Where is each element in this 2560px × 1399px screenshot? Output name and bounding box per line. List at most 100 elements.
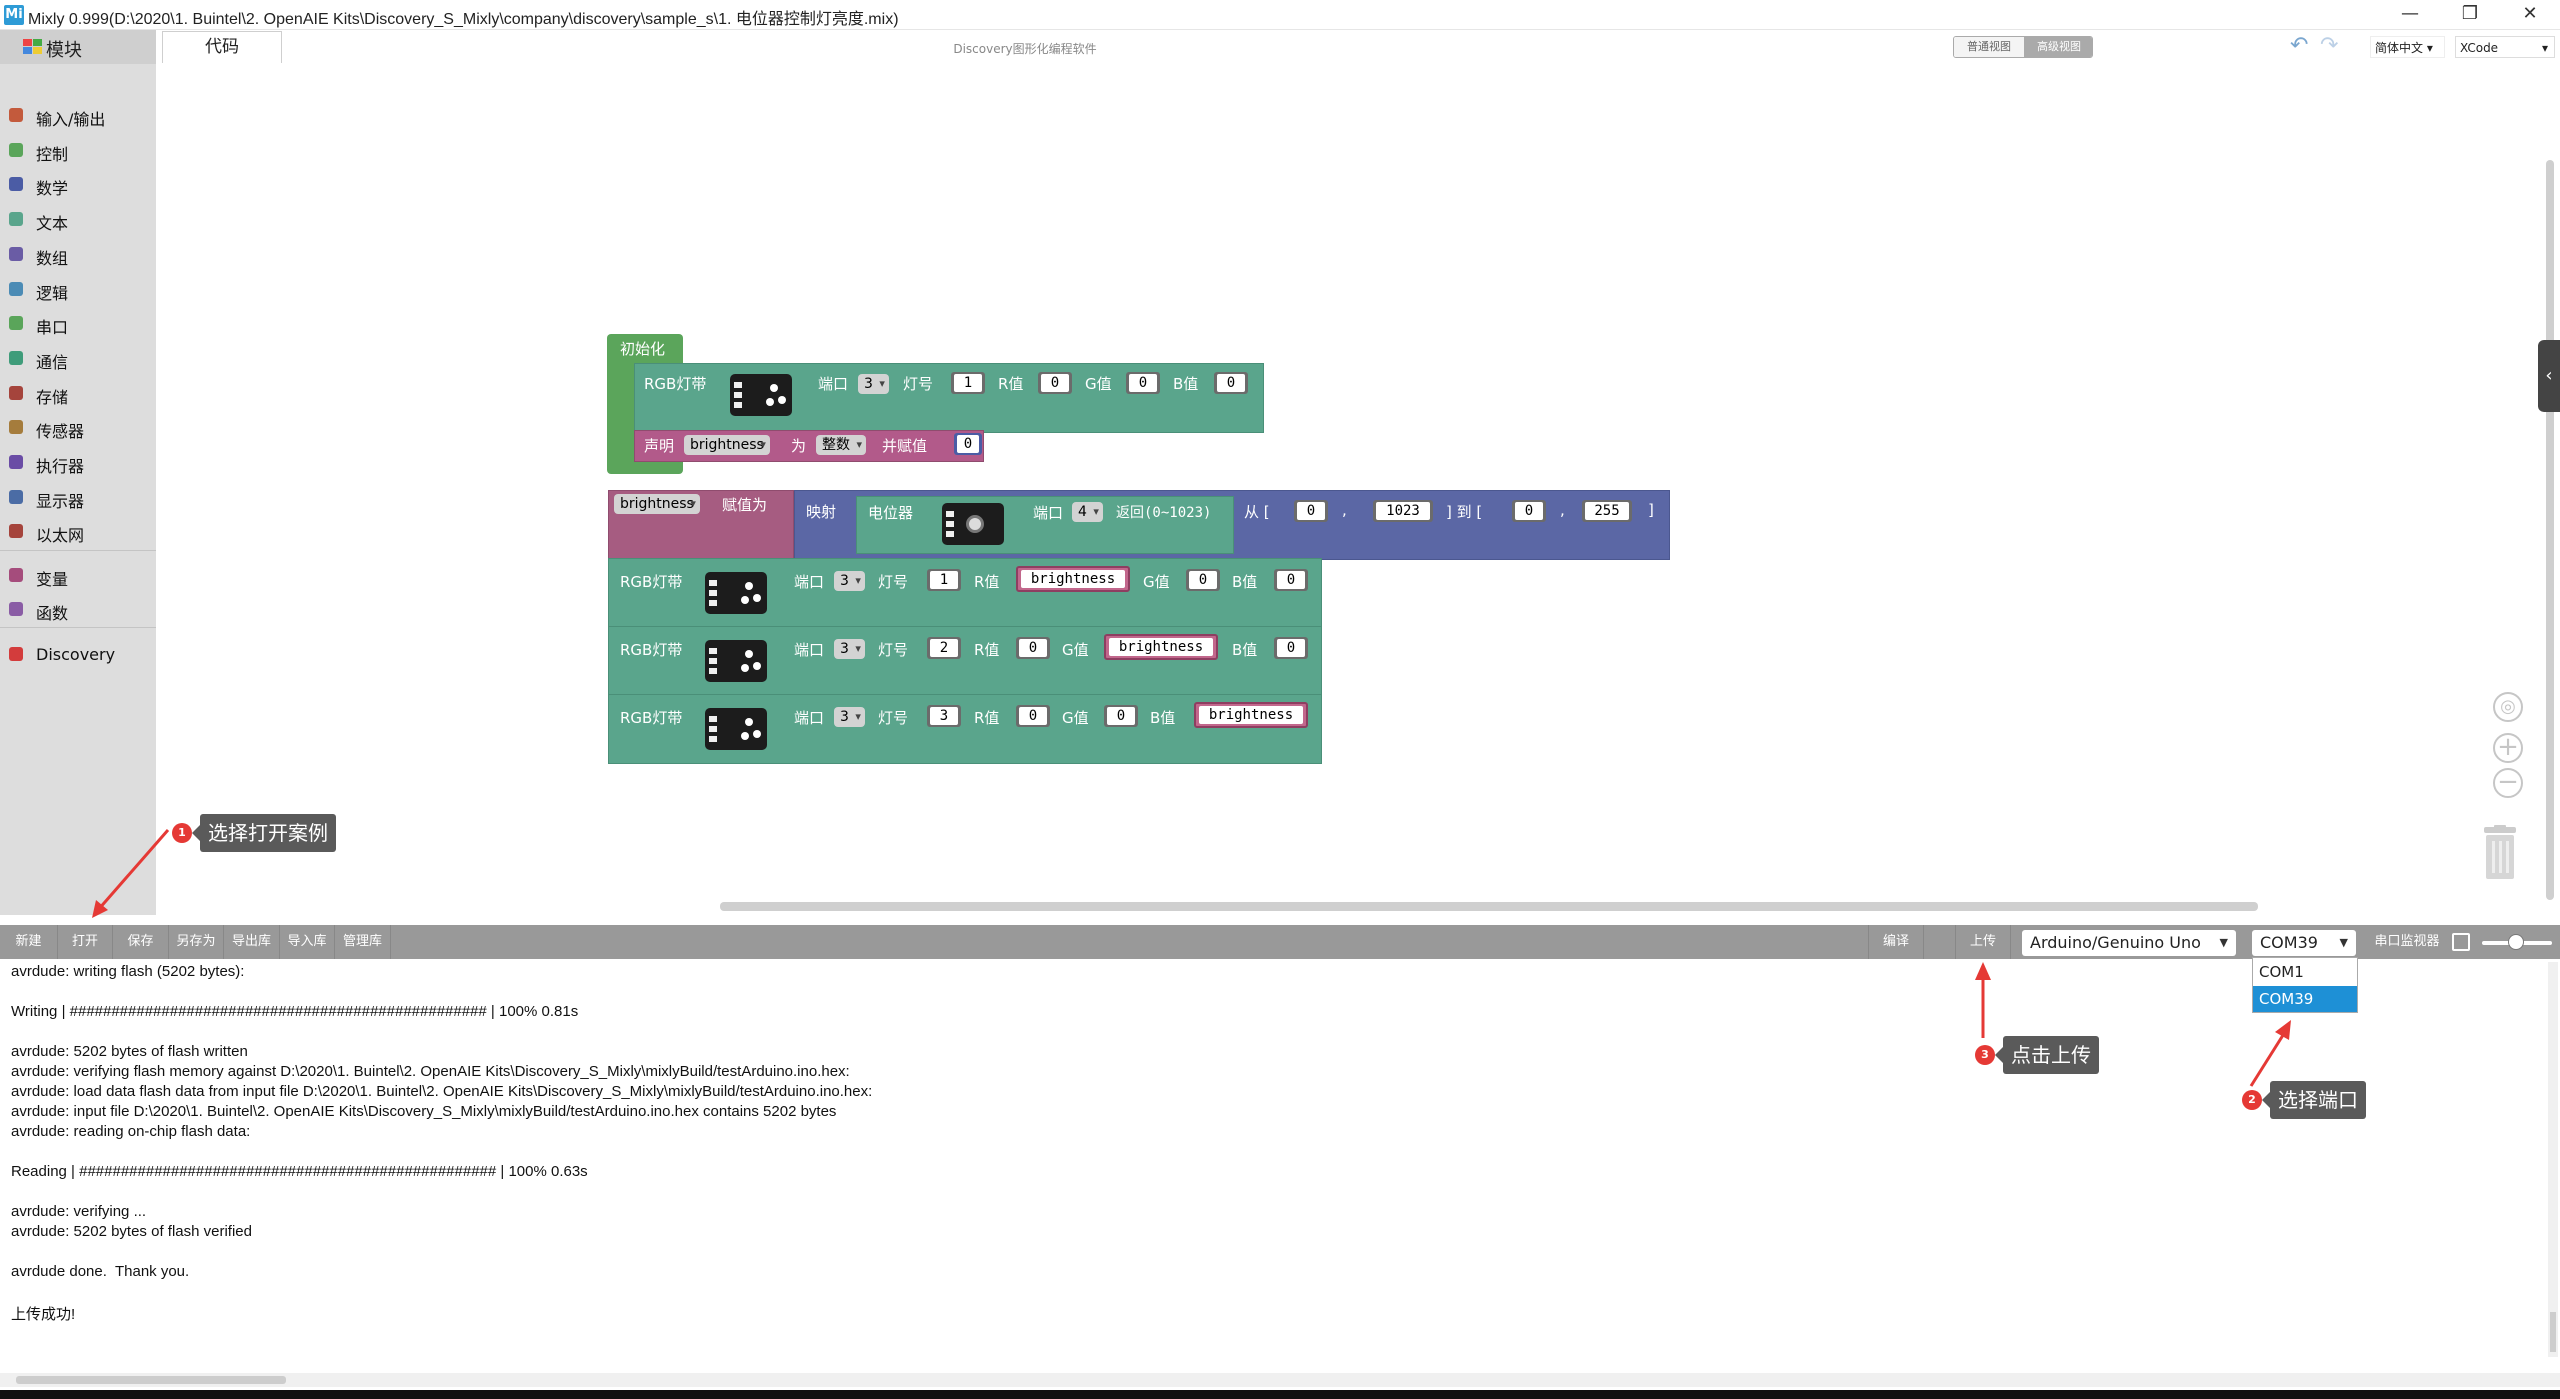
sidebar-item-display[interactable]: 显示器 <box>0 480 156 514</box>
flyout-toggle-button[interactable]: ‹ <box>2538 340 2560 412</box>
type-dropdown[interactable]: 整数 <box>816 435 866 455</box>
lamp-no-input[interactable]: 2 <box>927 637 961 659</box>
rgb-strip-label: RGB灯带 <box>644 375 707 393</box>
normal-view-button[interactable]: 普通视图 <box>1954 37 2024 57</box>
sidebar-item-sensor[interactable]: 传感器 <box>0 410 156 444</box>
port-dropdown[interactable]: 3 <box>834 639 865 659</box>
sensor-icon <box>7 418 25 436</box>
from-min-input[interactable]: 0 <box>1294 500 1328 522</box>
g-value-input[interactable]: 0 <box>1126 372 1160 394</box>
rgb-strip-label: RGB灯带 <box>620 573 683 591</box>
sidebar-item-control[interactable]: 控制 <box>0 133 156 167</box>
save-button[interactable]: 保存 <box>113 925 169 959</box>
pot-return-label: 返回(0~1023) <box>1116 505 1212 521</box>
brightness-variable-ref[interactable]: brightness <box>1016 566 1130 592</box>
port-select[interactable]: COM39 ▼ <box>2252 930 2356 956</box>
undo-icon[interactable]: ↶ <box>2290 33 2308 58</box>
port-dropdown[interactable]: 3 <box>858 374 889 394</box>
theme-select[interactable]: XCode ▾ <box>2455 36 2555 58</box>
zoom-out-icon[interactable]: − <box>2493 768 2523 798</box>
console-vertical-scrollbar[interactable] <box>2548 962 2558 1357</box>
r-value-label: R值 <box>998 375 1024 393</box>
trash-icon[interactable] <box>2480 825 2520 881</box>
brightness-variable-ref[interactable]: brightness <box>1194 702 1308 728</box>
to-min-input[interactable]: 0 <box>1512 500 1546 522</box>
r-value-input[interactable]: 0 <box>1016 705 1050 727</box>
r-value-input[interactable]: 0 <box>1038 372 1072 394</box>
chevron-down-icon: ▾ <box>2426 41 2433 55</box>
advanced-view-button[interactable]: 高级视图 <box>2024 37 2092 57</box>
sidebar-item-storage[interactable]: 存储 <box>0 376 156 410</box>
save-as-button[interactable]: 另存为 <box>169 925 224 959</box>
sidebar-item-serial[interactable]: 串口 <box>0 306 156 340</box>
sidebar-item-label: 逻辑 <box>36 284 69 303</box>
b-value-input[interactable]: 0 <box>1274 569 1308 591</box>
recenter-icon[interactable]: ◎ <box>2493 692 2523 722</box>
b-value-input[interactable]: 0 <box>1274 637 1308 659</box>
port-option-com1[interactable]: COM1 <box>2253 959 2357 985</box>
open-button[interactable]: 打开 <box>58 925 113 959</box>
assign-variable-field[interactable]: brightness <box>614 494 700 514</box>
discovery-icon <box>7 645 25 663</box>
sidebar-item-function[interactable]: 函数 <box>0 592 156 626</box>
workspace-vertical-scrollbar[interactable] <box>2546 160 2554 900</box>
sidebar-item-label: 串口 <box>36 318 69 337</box>
manage-library-button[interactable]: 管理库 <box>335 925 391 959</box>
port-option-com39[interactable]: COM39 <box>2253 986 2357 1012</box>
console-line: avrdude: input file D:\2020\1. Buintel\2… <box>11 1103 837 1120</box>
port-dropdown[interactable]: 3 <box>834 571 865 591</box>
sidebar-item-comm[interactable]: 通信 <box>0 341 156 375</box>
tab-code[interactable]: 代码 <box>162 31 282 63</box>
brightness-variable-ref[interactable]: brightness <box>1104 634 1218 660</box>
zoom-slider-handle[interactable] <box>2508 934 2524 950</box>
from-max-input[interactable]: 1023 <box>1373 500 1433 522</box>
port-dropdown[interactable]: 3 <box>834 707 865 727</box>
b-value-input[interactable]: 0 <box>1214 372 1248 394</box>
to-max-input[interactable]: 255 <box>1582 500 1632 522</box>
r-value-input[interactable]: 0 <box>1016 637 1050 659</box>
g-value-input[interactable]: 0 <box>1104 705 1138 727</box>
sidebar-item-math[interactable]: 数学 <box>0 167 156 201</box>
close-button[interactable]: ✕ <box>2500 0 2560 30</box>
language-select[interactable]: 简体中文 ▾ <box>2370 36 2445 58</box>
import-library-button[interactable]: 导入库 <box>280 925 335 959</box>
chip-icon[interactable] <box>2452 933 2470 951</box>
g-value-input[interactable]: 0 <box>1186 569 1220 591</box>
board-select[interactable]: Arduino/Genuino Uno ▼ <box>2022 930 2236 956</box>
variable-name-field[interactable]: brightness <box>684 435 770 455</box>
lamp-no-input[interactable]: 3 <box>927 705 961 727</box>
pot-port-dropdown[interactable]: 4 <box>1072 502 1103 522</box>
upload-button[interactable]: 上传 <box>1955 925 2011 959</box>
console-horizontal-scrollbar[interactable] <box>0 1373 2560 1387</box>
g-value-label: G值 <box>1062 709 1089 727</box>
new-button[interactable]: 新建 <box>0 925 58 959</box>
redo-icon[interactable]: ↷ <box>2320 33 2338 58</box>
port-dropdown-list: COM1 COM39 <box>2252 957 2358 1013</box>
port-label: 端口 <box>794 641 825 659</box>
minimize-button[interactable]: — <box>2380 0 2440 30</box>
sidebar-item-logic[interactable]: 逻辑 <box>0 272 156 306</box>
zoom-in-icon[interactable]: + <box>2493 733 2523 763</box>
sidebar-item-ethernet[interactable]: 以太网 <box>0 514 156 548</box>
serial-icon <box>7 314 25 332</box>
workspace-horizontal-scrollbar[interactable] <box>720 902 2258 911</box>
mixly-app-icon: Mi <box>4 5 24 25</box>
sidebar-item-array[interactable]: 数组 <box>0 237 156 271</box>
rgb-strip-block-init[interactable] <box>634 363 1264 433</box>
compile-button[interactable]: 编译 <box>1868 925 1924 959</box>
init-label: 初始化 <box>620 340 666 358</box>
sidebar-item-discovery[interactable]: Discovery <box>0 637 156 671</box>
sidebar-item-text[interactable]: 文本 <box>0 202 156 236</box>
serial-monitor-button[interactable]: 串口监视器 <box>2372 925 2442 959</box>
lamp-no-input[interactable]: 1 <box>951 372 985 394</box>
sidebar-item-variable[interactable]: 变量 <box>0 558 156 592</box>
lamp-no-input[interactable]: 1 <box>927 569 961 591</box>
sidebar-item-actuator[interactable]: 执行器 <box>0 445 156 479</box>
export-library-button[interactable]: 导出库 <box>224 925 280 959</box>
initial-value-input[interactable]: 0 <box>954 433 982 455</box>
maximize-button[interactable]: ❐ <box>2440 0 2500 30</box>
rgb-module-icon <box>705 640 767 682</box>
console-line: Writing | ##############################… <box>11 1003 579 1020</box>
sidebar-item-io[interactable]: 输入/输出 <box>0 98 156 132</box>
blockly-workspace[interactable] <box>156 63 2560 915</box>
